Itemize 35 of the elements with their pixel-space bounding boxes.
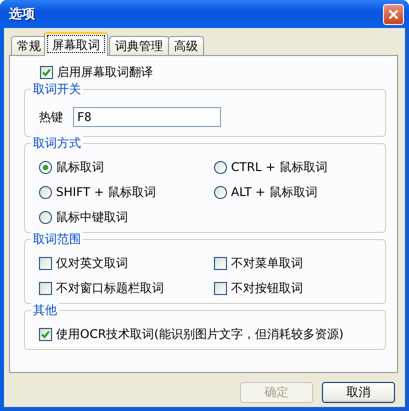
tab[interactable]: 词典管理 bbox=[109, 36, 169, 55]
radio-button[interactable] bbox=[39, 160, 52, 174]
hotkey-field[interactable]: F8 bbox=[73, 107, 221, 127]
window-title: 选项 bbox=[9, 6, 35, 23]
checkbox[interactable] bbox=[39, 328, 52, 340]
checkbox-label: 不对窗口标题栏取词 bbox=[56, 280, 164, 296]
group-title: 取词开关 bbox=[31, 81, 83, 98]
radio-label: CTRL + 鼠标取词 bbox=[231, 158, 328, 176]
close-icon bbox=[388, 8, 399, 20]
dialog-button[interactable]: 取消 bbox=[322, 382, 395, 403]
checkbox-label: 使用OCR技术取词(能识别图片文字，但消耗较多资源) bbox=[56, 326, 344, 342]
hotkey-label: 热键 bbox=[39, 108, 63, 126]
checkbox-label: 仅对英文取词 bbox=[56, 254, 128, 272]
checkbox[interactable] bbox=[39, 282, 52, 294]
radio-button[interactable] bbox=[39, 210, 52, 224]
close-button[interactable] bbox=[383, 4, 404, 24]
group-title: 取词范围 bbox=[31, 231, 83, 248]
radio-button[interactable] bbox=[214, 186, 227, 198]
radio-button[interactable] bbox=[39, 186, 52, 198]
tab[interactable]: 高级 bbox=[168, 36, 204, 55]
checkbox[interactable] bbox=[214, 282, 227, 294]
group-title: 其他 bbox=[31, 302, 59, 319]
checkbox-label: 启用屏幕取词翻译 bbox=[57, 64, 153, 80]
radio-label: 鼠标取词 bbox=[56, 158, 104, 176]
radio-label: SHIFT + 鼠标取词 bbox=[56, 184, 156, 200]
checkbox[interactable] bbox=[39, 256, 52, 270]
radio-button[interactable] bbox=[214, 160, 227, 174]
checkbox[interactable] bbox=[214, 256, 227, 270]
checkbox-label: 不对按钮取词 bbox=[231, 280, 303, 296]
checkbox[interactable] bbox=[40, 66, 53, 78]
tab[interactable]: 常规 bbox=[11, 36, 47, 55]
radio-label: 鼠标中键取词 bbox=[56, 208, 128, 226]
radio-label: ALT + 鼠标取词 bbox=[231, 184, 318, 200]
tab[interactable]: 屏幕取词 bbox=[44, 32, 108, 56]
checkbox-label: 不对菜单取词 bbox=[231, 254, 303, 272]
